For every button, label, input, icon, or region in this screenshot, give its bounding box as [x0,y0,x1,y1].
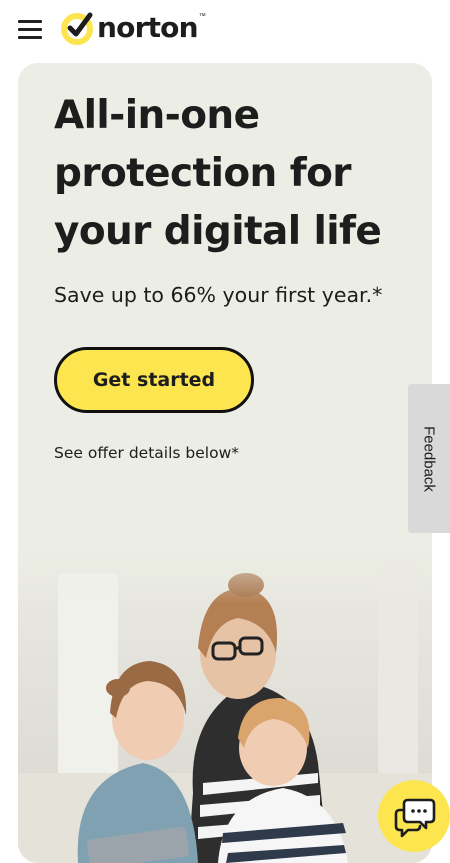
hero-title: All-in-one protection for your digital l… [54,93,382,254]
site-header: norton ™ [0,0,450,56]
get-started-button[interactable]: Get started [54,347,254,413]
chat-bubbles-icon [394,798,436,838]
logo-wordmark: norton [97,11,199,44]
logo-trademark: ™ [198,13,206,20]
hero-subtitle: Save up to 66% your first year.* [54,283,383,307]
feedback-label: Feedback [420,425,438,492]
hero-card: All-in-one protection for your digital l… [18,63,432,863]
norton-checkmark-icon [60,11,94,45]
chat-button[interactable] [378,780,450,852]
norton-logo[interactable]: norton ™ [60,10,206,46]
family-hero-image [18,533,432,863]
offer-details-note: See offer details below* [54,444,239,462]
hamburger-menu-icon[interactable] [18,18,42,40]
feedback-tab[interactable]: Feedback [408,384,450,533]
